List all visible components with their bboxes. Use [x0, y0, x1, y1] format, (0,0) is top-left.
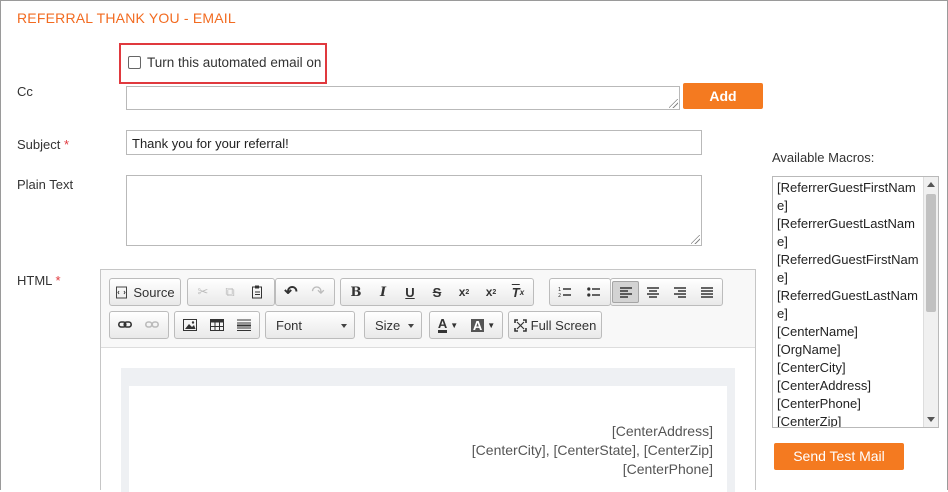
macros-list[interactable]: [ReferrerGuestFirstName] [ReferrerGuestLa… [772, 176, 939, 428]
macro-item[interactable]: [CenterPhone] [777, 395, 923, 413]
source-icon [116, 286, 128, 298]
subject-value: Thank you for your referral! [132, 136, 289, 151]
background-color-icon[interactable]: A ▼ [467, 314, 499, 336]
bold-icon[interactable]: B [344, 281, 368, 303]
size-dropdown[interactable]: Size [364, 311, 422, 339]
macro-item[interactable]: [ReferredGuestFirstName] [777, 251, 923, 287]
copy-icon[interactable]: ⧉ [218, 281, 242, 303]
underline-icon[interactable]: U [398, 281, 422, 303]
scroll-thumb[interactable] [926, 194, 936, 312]
fullscreen-label: Full Screen [530, 317, 597, 333]
redo-icon[interactable]: ↷ [306, 281, 330, 303]
chevron-down-icon [408, 324, 414, 328]
phone-line: [CenterPhone] [622, 461, 713, 477]
superscript-icon[interactable]: x2 [479, 281, 503, 303]
cc-label: Cc [17, 84, 33, 99]
paste-icon[interactable] [245, 281, 269, 303]
subscript-icon[interactable]: x2 [452, 281, 476, 303]
history-group: ↶ ↷ [275, 278, 335, 306]
add-button[interactable]: Add [683, 83, 763, 109]
subject-label: Subject * [17, 137, 70, 152]
center-address-block: [CenterAddress] [CenterCity], [CenterSta… [472, 422, 713, 479]
fullscreen-group: Full Screen [508, 311, 602, 339]
html-editor: Source ✂ ⧉ ↶ ↷ B I U S x2 x2 Tx 12 Font … [100, 269, 756, 492]
unlink-icon[interactable] [140, 314, 164, 336]
scroll-down-icon[interactable] [927, 417, 935, 422]
macro-item[interactable]: [ReferredGuestLastName] [777, 287, 923, 323]
font-label: Font [276, 318, 303, 333]
page-title: REFERRAL THANK YOU - EMAIL [17, 10, 236, 26]
text-color-icon[interactable]: A ▼ [432, 314, 464, 336]
macro-item[interactable]: [ReferrerGuestLastName] [777, 215, 923, 251]
clipboard-group: ✂ ⧉ [187, 278, 275, 306]
list-group: 12 [549, 278, 611, 306]
auto-email-checkbox[interactable] [128, 56, 141, 69]
font-dropdown[interactable]: Font [265, 311, 355, 339]
subject-input[interactable]: Thank you for your referral! [126, 130, 702, 155]
email-template-background: [CenterAddress] [CenterCity], [CenterSta… [121, 368, 735, 492]
remove-format-icon[interactable]: Tx [506, 281, 530, 303]
html-label: HTML * [17, 273, 61, 288]
size-label: Size [375, 318, 401, 333]
chevron-down-icon [341, 324, 347, 328]
align-group [610, 278, 723, 306]
macro-item[interactable]: [CenterZip] [777, 413, 923, 427]
insert-group [174, 311, 260, 339]
source-label: Source [133, 284, 175, 300]
align-center-icon[interactable] [641, 281, 665, 303]
email-template-body: [CenterAddress] [CenterCity], [CenterSta… [129, 386, 727, 492]
format-group: B I U S x2 x2 Tx [340, 278, 534, 306]
editor-content[interactable]: [CenterAddress] [CenterCity], [CenterSta… [101, 347, 755, 492]
numbered-list-icon[interactable]: 12 [553, 281, 577, 303]
justify-icon[interactable] [695, 281, 719, 303]
strikethrough-icon[interactable]: S [425, 281, 449, 303]
resize-grip-icon[interactable] [669, 99, 678, 108]
macros-items: [ReferrerGuestFirstName] [ReferrerGuestLa… [777, 179, 923, 427]
align-right-icon[interactable] [668, 281, 692, 303]
table-icon[interactable] [205, 314, 229, 336]
city-state-zip-line: [CenterCity], [CenterState], [CenterZip] [471, 442, 713, 458]
svg-text:2: 2 [558, 293, 561, 298]
cc-field[interactable] [126, 86, 680, 110]
align-left-icon[interactable] [612, 281, 639, 303]
auto-email-highlight: Turn this automated email on [119, 43, 327, 84]
macros-title: Available Macros: [772, 150, 875, 165]
macro-item[interactable]: [CenterAddress] [777, 377, 923, 395]
source-group: Source [109, 278, 181, 306]
auto-email-label[interactable]: Turn this automated email on [147, 55, 321, 70]
link-group [109, 311, 169, 339]
bulleted-list-icon[interactable] [582, 281, 606, 303]
horizontal-rule-icon[interactable] [232, 314, 256, 336]
macros-scrollbar[interactable] [923, 177, 938, 427]
cut-icon[interactable]: ✂ [191, 281, 215, 303]
scroll-up-icon[interactable] [927, 182, 935, 187]
send-test-mail-button[interactable]: Send Test Mail [774, 443, 904, 470]
macro-item[interactable]: [ReferrerGuestFirstName] [777, 179, 923, 215]
fullscreen-icon [513, 318, 527, 332]
resize-grip-icon[interactable] [691, 235, 700, 244]
undo-icon[interactable]: ↶ [279, 281, 303, 303]
italic-icon[interactable]: I [371, 281, 395, 303]
color-group: A ▼ A ▼ [429, 311, 503, 339]
plain-text-field[interactable] [126, 175, 702, 246]
plain-text-label: Plain Text [17, 177, 74, 192]
macro-item[interactable]: [CenterName] [777, 323, 923, 341]
macro-item[interactable]: [CenterCity] [777, 359, 923, 377]
source-button[interactable]: Source [113, 281, 177, 303]
fullscreen-button[interactable]: Full Screen [512, 314, 598, 336]
image-icon[interactable] [178, 314, 202, 336]
macro-item[interactable]: [OrgName] [777, 341, 923, 359]
address-line: [CenterAddress] [611, 423, 713, 439]
link-icon[interactable] [113, 314, 137, 336]
